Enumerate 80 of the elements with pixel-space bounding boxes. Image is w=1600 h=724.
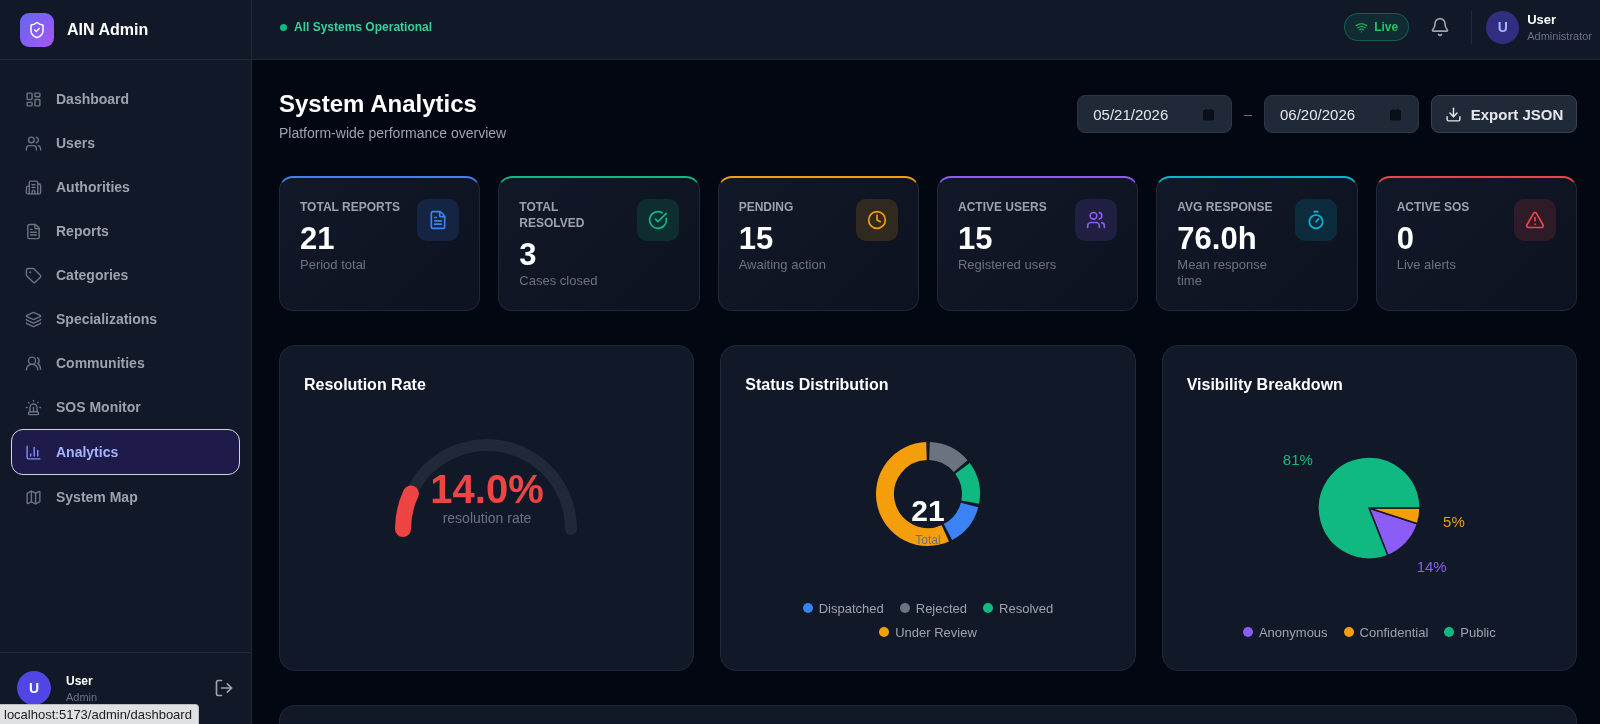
slice-label: 5% (1443, 512, 1466, 530)
legend-label: Anonymous (1258, 624, 1328, 640)
page-subtitle: Platform-wide performance overview (279, 124, 507, 142)
stat-label: AVG RESPONSE (1177, 199, 1274, 215)
legend-label: Rejected (915, 600, 968, 616)
chart-title: Resolution Rate (304, 375, 427, 395)
gauge-value: 14.0% (429, 467, 544, 511)
export-button[interactable]: Export JSON (1431, 95, 1577, 133)
stat-label: ACTIVE SOS (1396, 199, 1471, 215)
nav-item[interactable]: Authorities (11, 165, 240, 209)
nav-item[interactable]: Categories (11, 253, 240, 297)
chart-title: Visibility Breakdown (1186, 375, 1344, 395)
user-avatar[interactable]: U (1486, 10, 1520, 44)
stat-caption: Cases closed (519, 273, 599, 289)
stat-caption: Mean response time (1177, 257, 1268, 289)
stat-label: TOTAL REPORTS (300, 199, 401, 215)
nav-item[interactable]: System Map (11, 475, 240, 519)
users-icon (25, 134, 42, 152)
stat-label: PENDING (738, 199, 795, 215)
bar-chart-icon (25, 443, 42, 461)
legend-dot-icon (1242, 627, 1253, 637)
stat-caption: Period total (300, 257, 367, 273)
nav-item[interactable]: Communities (11, 341, 240, 385)
slice-label: 14% (1417, 558, 1448, 576)
status-url: localhost:5173/admin/dashboard (0, 704, 199, 724)
building-icon (25, 178, 42, 196)
stat-label: TOTAL RESOLVED (519, 199, 586, 231)
user-avatar: U (17, 671, 51, 705)
document-icon (25, 222, 42, 240)
users-icon (25, 354, 42, 372)
nav-item[interactable]: Users (11, 121, 240, 165)
download-icon (1444, 105, 1462, 123)
legend-dot-icon (1343, 627, 1354, 637)
stat-caption: Live alerts (1396, 257, 1457, 273)
chart-title: Status Distribution (745, 375, 890, 395)
stat-value: 3 (519, 237, 538, 273)
legend-label: Dispatched (818, 600, 884, 616)
user-name: User (66, 672, 94, 689)
dashboard-icon (25, 90, 42, 108)
map-icon (25, 488, 42, 506)
legend-label: Under Review (895, 624, 977, 640)
donut-total-label: Total (915, 533, 941, 547)
page-title: System Analytics (279, 89, 478, 119)
date-field[interactable]: 06/20/2026 (1264, 95, 1419, 133)
stat-value: 15 (958, 221, 994, 257)
brand-name: AIN Admin (67, 20, 149, 39)
nav-item[interactable]: Analytics (11, 429, 240, 475)
slice-label: 81% (1283, 451, 1314, 469)
nav-item[interactable]: Specializations (11, 297, 240, 341)
logout-icon[interactable] (214, 678, 234, 698)
siren-icon (25, 398, 42, 416)
stat-value: 76.0h (1177, 221, 1258, 257)
stat-value: 15 (738, 221, 775, 257)
user-name: User (1527, 11, 1558, 28)
nav-item[interactable]: Dashboard (11, 77, 240, 121)
legend-label: Public (1460, 624, 1496, 640)
user-role: Admin (66, 689, 98, 704)
nav-item[interactable]: Reports (11, 209, 240, 253)
wifi-icon (1355, 20, 1369, 34)
stat-caption: Awaiting action (738, 257, 827, 273)
system-status: All Systems Operational (294, 20, 433, 34)
legend-label: Resolved (999, 600, 1054, 616)
tag-icon (25, 266, 42, 284)
user-role: Administrator (1527, 28, 1592, 43)
legend-label: Confidential (1359, 624, 1429, 640)
gauge-caption: resolution rate (442, 510, 531, 526)
stat-value: 0 (1396, 221, 1415, 257)
donut-total: 21 (911, 493, 945, 527)
date-field[interactable]: 05/21/2026 (1077, 95, 1233, 133)
shield-logo-icon (20, 12, 54, 47)
live-label: Live (1374, 20, 1399, 34)
stat-caption: Registered users (958, 257, 1058, 273)
stat-value: 21 (300, 221, 336, 257)
layers-icon (25, 310, 42, 328)
bell-icon[interactable] (1430, 17, 1451, 37)
range-separator: – (1244, 106, 1252, 122)
status-dot-icon (280, 23, 287, 31)
stat-label: ACTIVE USERS (958, 199, 1048, 215)
nav-item[interactable]: SOS Monitor (11, 385, 240, 429)
legend-dot-icon (1444, 627, 1455, 637)
